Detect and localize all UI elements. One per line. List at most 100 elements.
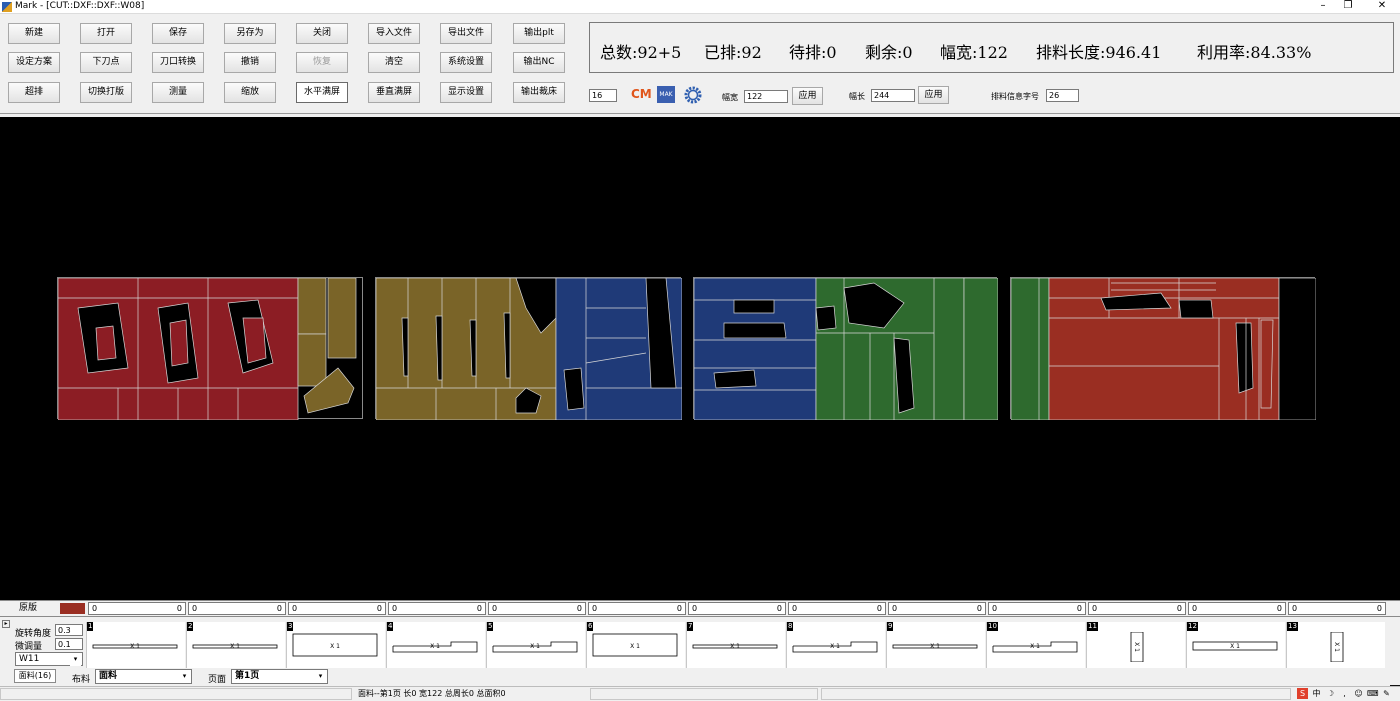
zoom-button[interactable]: 缩放 bbox=[224, 82, 276, 103]
status-text: 面料--第1页 长0 宽122 总周长0 总面积0 bbox=[358, 689, 506, 698]
original-cell[interactable]: 00 bbox=[288, 602, 386, 615]
part-thumbnail[interactable]: 1 X 1 bbox=[86, 622, 185, 668]
import-file-button[interactable]: 导入文件 bbox=[368, 23, 420, 44]
redo-button[interactable]: 恢复 bbox=[296, 52, 348, 73]
restore-icon[interactable]: ❐ bbox=[1336, 0, 1360, 14]
marker-sheet-2[interactable] bbox=[375, 277, 683, 421]
super-nest-button[interactable]: 超排 bbox=[8, 82, 60, 103]
part-shape: X 1 bbox=[1130, 632, 1144, 662]
fit-vertical-button[interactable]: 垂直满屏 bbox=[368, 82, 420, 103]
part-quantity: X 1 bbox=[730, 643, 740, 650]
original-cell[interactable]: 00 bbox=[188, 602, 286, 615]
part-number: 9 bbox=[887, 622, 894, 631]
original-cell-right: 0 bbox=[276, 604, 282, 613]
mak-icon[interactable]: MAK bbox=[657, 86, 675, 103]
ime-logo-icon[interactable]: S bbox=[1297, 688, 1308, 699]
original-cell[interactable]: 00 bbox=[1288, 602, 1386, 615]
save-button[interactable]: 保存 bbox=[152, 23, 204, 44]
parts-controls: 旋转角度 0.3 微调量 0.1 W11 ▾ bbox=[12, 618, 84, 668]
original-cell[interactable]: 00 bbox=[1088, 602, 1186, 615]
switch-pattern-button[interactable]: 切换打版 bbox=[80, 82, 132, 103]
original-cell[interactable]: 00 bbox=[588, 602, 686, 615]
set-scheme-button[interactable]: 设定方案 bbox=[8, 52, 60, 73]
part-thumbnail[interactable]: 6 X 1 bbox=[586, 622, 685, 668]
clear-button[interactable]: 清空 bbox=[368, 52, 420, 73]
gap-input[interactable]: 16 bbox=[589, 89, 617, 102]
original-label: 原版 bbox=[18, 603, 37, 613]
original-cell[interactable]: 00 bbox=[488, 602, 586, 615]
output-cutter-button[interactable]: 输出裁床 bbox=[513, 82, 565, 103]
original-cell[interactable]: 00 bbox=[688, 602, 786, 615]
original-cell-right: 0 bbox=[1076, 604, 1082, 613]
original-cell[interactable]: 00 bbox=[388, 602, 486, 615]
part-thumbnail[interactable]: 12 X 1 bbox=[1186, 622, 1285, 668]
part-thumbnail[interactable]: 2 X 1 bbox=[186, 622, 285, 668]
save-as-button[interactable]: 另存为 bbox=[224, 23, 276, 44]
original-cell[interactable]: 00 bbox=[788, 602, 886, 615]
original-cell[interactable]: 00 bbox=[988, 602, 1086, 615]
original-cell[interactable]: 00 bbox=[1188, 602, 1286, 615]
fit-horizontal-button[interactable]: 水平满屏 bbox=[296, 82, 348, 103]
part-thumbnail[interactable]: 11 X 1 bbox=[1086, 622, 1185, 668]
info-font-input[interactable]: 26 bbox=[1046, 89, 1079, 102]
part-thumbnail[interactable]: 5 X 1 bbox=[486, 622, 585, 668]
ime-chinese-icon[interactable]: 中 bbox=[1311, 688, 1322, 699]
width-label: 幅宽 bbox=[722, 93, 738, 102]
fabric-select[interactable]: 面料 ▾ bbox=[95, 669, 192, 684]
output-plt-button[interactable]: 输出plt bbox=[513, 23, 565, 44]
ime-emoji-icon[interactable]: ☺ bbox=[1353, 688, 1364, 699]
original-cell[interactable]: 00 bbox=[88, 602, 186, 615]
ime-settings-icon[interactable]: ✎ bbox=[1381, 688, 1392, 699]
fine-adjust-input[interactable]: 0.1 bbox=[55, 638, 83, 650]
marker-sheet-4[interactable] bbox=[1010, 277, 1317, 421]
original-cell[interactable]: 00 bbox=[888, 602, 986, 615]
gear-icon[interactable] bbox=[683, 85, 703, 105]
stat-length: 排料长度:946.41 bbox=[1036, 43, 1162, 62]
original-color-swatch[interactable] bbox=[60, 603, 85, 614]
cm-icon[interactable]: CM bbox=[631, 87, 652, 101]
new-button[interactable]: 新建 bbox=[8, 23, 60, 44]
part-quantity: X 1 bbox=[230, 643, 240, 650]
width-input[interactable]: 122 bbox=[744, 90, 788, 103]
ime-keyboard-icon[interactable]: ⌨ bbox=[1367, 688, 1379, 699]
page-select[interactable]: 第1页 ▾ bbox=[231, 669, 328, 684]
close-icon[interactable]: ✕ bbox=[1370, 0, 1394, 14]
part-thumbnail[interactable]: 4 X 1 bbox=[386, 622, 485, 668]
apply-length-button[interactable]: 应用 bbox=[918, 86, 949, 104]
part-thumbnail[interactable]: 8 X 1 bbox=[786, 622, 885, 668]
panel-pin-icon[interactable]: ▸ bbox=[2, 620, 10, 628]
close-file-button[interactable]: 关闭 bbox=[296, 23, 348, 44]
marker-sheet-3[interactable] bbox=[693, 277, 999, 421]
original-cell-right: 0 bbox=[1176, 604, 1182, 613]
app-icon bbox=[2, 2, 12, 12]
tab-fabric[interactable]: 面料(16) bbox=[14, 669, 56, 683]
original-cell-left: 0 bbox=[1292, 604, 1298, 613]
ime-moon-icon[interactable]: ☽ bbox=[1325, 688, 1336, 699]
cut-point-button[interactable]: 下刀点 bbox=[80, 52, 132, 73]
length-input[interactable]: 244 bbox=[871, 89, 915, 102]
part-number: 11 bbox=[1087, 622, 1098, 631]
measure-button[interactable]: 测量 bbox=[152, 82, 204, 103]
minimize-icon[interactable]: – bbox=[1311, 0, 1335, 14]
material-code-select[interactable]: W11 ▾ bbox=[15, 652, 83, 666]
rotation-input[interactable]: 0.3 bbox=[55, 624, 83, 636]
part-thumbnail[interactable]: 13 X 1 bbox=[1286, 622, 1385, 668]
notch-convert-button[interactable]: 刀口转换 bbox=[152, 52, 204, 73]
part-thumbnail[interactable]: 9 X 1 bbox=[886, 622, 985, 668]
part-thumbnail[interactable]: 3 X 1 bbox=[286, 622, 385, 668]
open-button[interactable]: 打开 bbox=[80, 23, 132, 44]
length-label: 幅长 bbox=[849, 92, 865, 101]
window-title: Mark - [CUT::DXF::DXF::W08] bbox=[15, 1, 145, 11]
part-thumbnail[interactable]: 10 X 1 bbox=[986, 622, 1085, 668]
undo-button[interactable]: 撤销 bbox=[224, 52, 276, 73]
output-nc-button[interactable]: 输出NC bbox=[513, 52, 565, 73]
ime-punctuation-icon[interactable]: , bbox=[1339, 688, 1350, 699]
part-thumbnail[interactable]: 7 X 1 bbox=[686, 622, 785, 668]
nesting-canvas[interactable] bbox=[0, 117, 1400, 701]
apply-width-button[interactable]: 应用 bbox=[792, 87, 823, 105]
marker-sheet-1[interactable] bbox=[57, 277, 363, 421]
system-settings-button[interactable]: 系统设置 bbox=[440, 52, 492, 73]
export-file-button[interactable]: 导出文件 bbox=[440, 23, 492, 44]
original-cell-right: 0 bbox=[576, 604, 582, 613]
display-settings-button[interactable]: 显示设置 bbox=[440, 82, 492, 103]
